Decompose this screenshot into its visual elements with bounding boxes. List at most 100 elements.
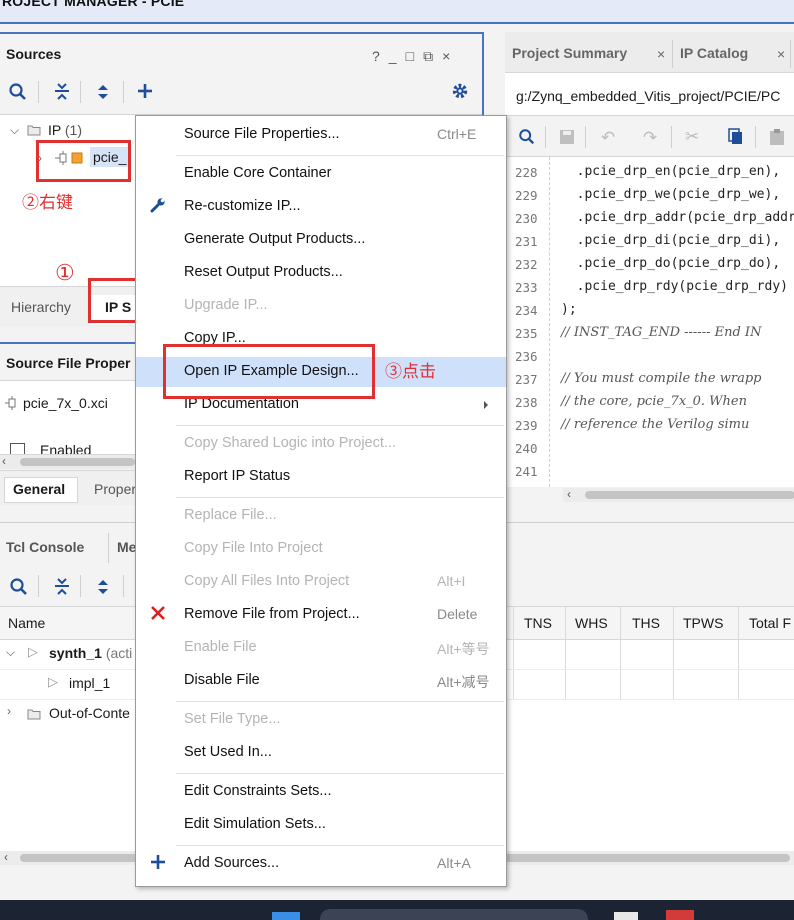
code-line[interactable]: 241 [505,462,794,482]
line-number: 231 [515,234,538,249]
col-header-ths[interactable]: THS [632,615,660,631]
code-line[interactable]: 240 [505,439,794,459]
code-line[interactable]: 236 [505,347,794,367]
maximize-button[interactable]: □ [406,48,423,64]
tab-properties[interactable]: Proper [94,481,136,497]
menu-item-label: Copy Shared Logic into Project... [184,435,396,451]
menu-item-label: Report IP Status [184,468,291,484]
taskbar-app-icon[interactable] [666,910,694,920]
annotation-box-ip-item [36,140,131,182]
collapse-all-icon[interactable] [52,577,72,600]
close-icon[interactable]: × [657,46,665,62]
code-text: // reference the Verilog simu [561,417,750,432]
menu-separator [176,425,504,426]
menu-item-shortcut: Ctrl+E [437,126,477,142]
close-button[interactable]: × [442,48,459,64]
search-icon[interactable] [9,577,29,600]
chevron-right-icon[interactable]: › [7,704,11,718]
editor-hscrollbar[interactable]: ‹ [563,487,794,502]
save-icon[interactable] [559,129,575,148]
tab-general[interactable]: General [4,477,78,503]
code-line[interactable]: 230 .pcie_drp_addr(pcie_drp_addr [505,209,794,229]
tab-messages[interactable]: Me [117,539,136,555]
paste-icon[interactable] [769,128,785,149]
code-line[interactable]: 231 .pcie_drp_di(pcie_drp_di), [505,232,794,252]
col-header-whs[interactable]: WHS [575,615,608,631]
menu-item-label: Copy All Files Into Project [184,573,350,589]
tab-ip-catalog[interactable]: IP Catalog [680,45,748,61]
menu-item-enable-file: Enable File Alt+等号 [136,633,506,663]
tree-ip-group[interactable]: IP (1) [48,122,82,138]
menu-item-re-customize-ip[interactable]: Re-customize IP... [136,192,506,222]
close-icon[interactable]: × [777,46,785,62]
sfp-hscrollbar[interactable]: ‹ [0,454,137,469]
line-number: 234 [515,303,538,318]
play-outline-icon: ▷ [28,644,38,659]
code-line[interactable]: 234); [505,301,794,321]
editor-file-path: g:/Zynq_embedded_Vitis_project/PCIE/PC [516,88,781,104]
line-number: 233 [515,280,538,295]
menu-item-remove-file-from-project[interactable]: Remove File from Project... Delete [136,600,506,630]
col-header-total[interactable]: Total F [749,615,791,631]
code-line[interactable]: 229 .pcie_drp_we(pcie_drp_we), [505,186,794,206]
sources-window-buttons[interactable]: ?_□⧉× [372,48,459,65]
chevron-down-icon[interactable]: ⌵ [10,123,19,138]
annotation-right-click: ②右键 [22,193,73,212]
cut-icon[interactable]: ✂ [685,127,699,147]
col-header-tns[interactable]: TNS [524,615,552,631]
menu-item-add-sources[interactable]: Add Sources... Alt+A [136,849,506,879]
collapse-all-icon[interactable] [52,82,72,105]
line-number: 239 [515,418,538,433]
add-sources-icon[interactable] [135,81,155,104]
search-icon[interactable] [518,128,536,149]
windows-start-icon[interactable] [272,912,300,920]
copy-icon[interactable] [728,128,744,149]
menu-item-edit-simulation-sets[interactable]: Edit Simulation Sets... [136,810,506,840]
menu-item-reset-output-products[interactable]: Reset Output Products... [136,258,506,288]
menu-item-report-ip-status[interactable]: Report IP Status [136,462,506,492]
code-line[interactable]: 233 .pcie_drp_rdy(pcie_drp_rdy) [505,278,794,298]
menu-item-label: Enable Core Container [184,165,332,181]
menu-item-enable-core-container[interactable]: Enable Core Container [136,159,506,189]
menu-item-disable-file[interactable]: Disable File Alt+减号 [136,666,506,696]
menu-item-edit-constraints-sets[interactable]: Edit Constraints Sets... [136,777,506,807]
menu-separator [176,155,504,156]
minimize-button[interactable]: _ [389,48,406,64]
menu-item-generate-output-products[interactable]: Generate Output Products... [136,225,506,255]
chevron-down-icon[interactable]: ⌵ [6,645,15,660]
menu-item-shortcut: Alt+等号 [437,641,490,657]
col-header-name[interactable]: Name [8,615,45,631]
menu-item-source-file-properties[interactable]: Source File Properties... Ctrl+E [136,120,506,150]
code-line[interactable]: 228 .pcie_drp_en(pcie_drp_en), [505,163,794,183]
menu-separator [176,497,504,498]
menu-item-set-used-in[interactable]: Set Used In... [136,738,506,768]
menu-item-label: Copy File Into Project [184,540,323,556]
float-button[interactable]: ⧉ [423,48,442,64]
search-icon[interactable] [8,82,28,105]
code-line[interactable]: 239 // reference the Verilog simu [505,416,794,436]
tab-tcl-console[interactable]: Tcl Console [6,539,84,555]
gear-icon[interactable] [451,82,469,103]
redo-icon[interactable]: ↷ [643,128,657,148]
undo-icon[interactable]: ↶ [601,128,615,148]
expand-all-icon[interactable] [93,82,113,105]
menu-item-label: Source File Properties... [184,126,340,142]
code-line[interactable]: 237 // You must compile the wrapp [505,370,794,390]
menu-separator [176,701,504,702]
code-line[interactable]: 232 .pcie_drp_do(pcie_drp_do), [505,255,794,275]
play-outline-icon: ▷ [48,674,58,689]
code-line[interactable]: 235 // INST_TAG_END ------ End IN [505,324,794,344]
taskbar-app-icon[interactable] [614,912,638,920]
expand-all-icon[interactable] [93,577,113,600]
code-editor[interactable]: 228 .pcie_drp_en(pcie_drp_en), 229 .pcie_… [505,157,794,487]
menu-item-label: Remove File from Project... [184,606,360,622]
col-header-tpws[interactable]: TPWS [683,615,723,631]
tab-hierarchy[interactable]: Hierarchy [11,299,71,315]
code-line[interactable]: 238 // the core, pcie_7x_0. When [505,393,794,413]
sources-title: Sources [6,46,62,62]
help-button[interactable]: ? [372,48,389,64]
code-text: ); [561,302,577,317]
code-text: // INST_TAG_END ------ End IN [561,325,762,340]
taskbar-search-box[interactable] [320,909,588,920]
tab-project-summary[interactable]: Project Summary [512,45,627,61]
